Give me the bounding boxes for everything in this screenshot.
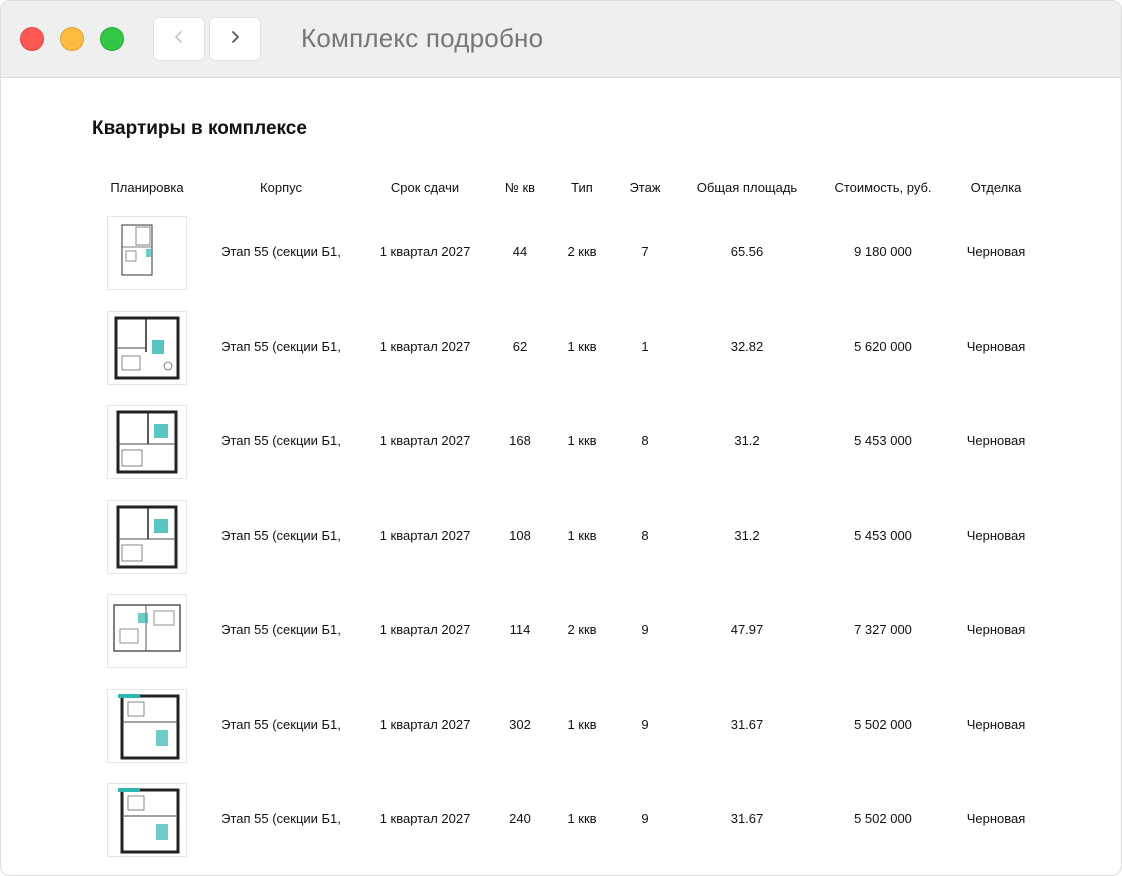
page-heading: Квартиры в комплексе: [92, 118, 307, 139]
close-window-button[interactable]: [20, 27, 44, 51]
cell-number: 302: [509, 716, 531, 732]
header-number: № кв: [504, 180, 536, 195]
zoom-window-button[interactable]: [100, 27, 124, 51]
cell-type: 1 ккв: [567, 716, 597, 732]
cell-number: 44: [512, 244, 528, 259]
cell-floor: 8: [641, 433, 649, 448]
floor-plan-thumbnail[interactable]: [107, 594, 187, 668]
cell-building: Этап 55 (секции Б1,: [221, 716, 341, 732]
cell-building: Этап 55 (секции Б1,: [221, 527, 341, 543]
cell-finish: Черновая: [966, 338, 1026, 354]
table-row[interactable]: Этап 55 (секции Б1, 1 квартал 2027 114 2 кк…: [1, 594, 1121, 670]
chevron-left-icon: [172, 30, 186, 49]
cell-deadline: 1 квартал 2027: [379, 433, 471, 448]
table-row[interactable]: Этап 55 (секции Б1, 1 квартал 2027 240 1 кк…: [1, 783, 1121, 859]
table-header: Планировка Корпус Срок сдачи № кв Тип Эт…: [1, 180, 1121, 200]
cell-type: 1 ккв: [567, 527, 597, 543]
cell-price: 7 327 000: [854, 622, 912, 637]
cell-deadline: 1 квартал 2027: [379, 622, 471, 637]
cell-price: 5 620 000: [854, 338, 912, 354]
cell-number: 108: [509, 527, 531, 543]
cell-floor: 9: [641, 622, 649, 637]
table-row[interactable]: Этап 55 (секции Б1, 1 квартал 2027 44 2 ккв…: [1, 216, 1121, 292]
chevron-right-icon: [228, 30, 242, 49]
cell-finish: Черновая: [966, 716, 1026, 732]
floor-plan-thumbnail[interactable]: [107, 783, 187, 857]
header-deadline: Срок сдачи: [390, 180, 460, 195]
header-finish: Отделка: [970, 180, 1022, 195]
cell-building: Этап 55 (секции Б1,: [221, 622, 341, 637]
cell-finish: Черновая: [966, 433, 1026, 448]
back-button[interactable]: [153, 17, 205, 61]
cell-type: 1 ккв: [567, 338, 597, 354]
cell-building: Этап 55 (секции Б1,: [221, 811, 341, 826]
cell-price: 9 180 000: [854, 244, 912, 259]
cell-number: 168: [509, 433, 531, 448]
cell-building: Этап 55 (секции Б1,: [221, 338, 341, 354]
header-type: Тип: [571, 180, 593, 195]
cell-area: 31.67: [730, 811, 764, 826]
floor-plan-thumbnail[interactable]: [107, 310, 187, 385]
cell-area: 47.97: [730, 622, 764, 637]
cell-price: 5 502 000: [854, 811, 912, 826]
cell-number: 62: [512, 338, 528, 354]
cell-floor: 1: [641, 338, 649, 354]
table-row[interactable]: Этап 55 (секции Б1, 1 квартал 2027 62 1 ккв…: [1, 310, 1121, 387]
table-row[interactable]: Этап 55 (секции Б1, 1 квартал 2027 108 1 кк…: [1, 499, 1121, 576]
forward-button[interactable]: [209, 17, 261, 61]
cell-finish: Черновая: [966, 244, 1026, 259]
cell-deadline: 1 квартал 2027: [379, 527, 471, 543]
table-row[interactable]: Этап 55 (секции Б1, 1 квартал 2027 302 1 кк…: [1, 688, 1121, 765]
cell-building: Этап 55 (секции Б1,: [221, 433, 341, 448]
minimize-window-button[interactable]: [60, 27, 84, 51]
header-plan: Планировка: [110, 180, 184, 195]
window-title: Комплекс подробно: [301, 23, 544, 53]
cell-price: 5 453 000: [854, 433, 912, 448]
cell-area: 32.82: [730, 338, 764, 354]
header-price: Стоимость, руб.: [834, 180, 932, 195]
floor-plan-thumbnail[interactable]: [107, 499, 187, 574]
cell-deadline: 1 квартал 2027: [379, 811, 471, 826]
cell-floor: 7: [641, 244, 649, 259]
page-content: Квартиры в комплексе Планировка Корпус С…: [1, 78, 1121, 875]
cell-finish: Черновая: [966, 622, 1026, 637]
cell-finish: Черновая: [966, 811, 1026, 826]
cell-deadline: 1 квартал 2027: [379, 338, 471, 354]
cell-floor: 8: [641, 527, 649, 543]
cell-area: 31.2: [734, 527, 760, 543]
cell-area: 31.67: [730, 716, 764, 732]
browser-window: Комплекс подробно Квартиры в комплексе П…: [0, 0, 1122, 876]
cell-price: 5 502 000: [854, 716, 912, 732]
cell-floor: 9: [641, 811, 649, 826]
floor-plan-thumbnail[interactable]: [107, 688, 187, 763]
cell-type: 1 ккв: [567, 433, 597, 448]
cell-price: 5 453 000: [854, 527, 912, 543]
cell-building: Этап 55 (секции Б1,: [221, 244, 341, 259]
cell-floor: 9: [641, 716, 649, 732]
header-building: Корпус: [260, 180, 302, 195]
floor-plan-thumbnail[interactable]: [107, 405, 187, 479]
header-area: Общая площадь: [696, 180, 798, 195]
cell-number: 114: [509, 622, 531, 637]
cell-type: 2 ккв: [567, 244, 597, 259]
cell-finish: Черновая: [966, 527, 1026, 543]
title-bar: Комплекс подробно: [1, 1, 1121, 78]
cell-deadline: 1 квартал 2027: [379, 716, 471, 732]
header-floor: Этаж: [629, 180, 661, 195]
cell-area: 65.56: [730, 244, 764, 259]
table-row[interactable]: Этап 55 (секции Б1, 1 квартал 2027 168 1 кк…: [1, 405, 1121, 481]
cell-type: 1 ккв: [567, 811, 597, 826]
floor-plan-thumbnail[interactable]: [107, 216, 187, 290]
cell-type: 2 ккв: [567, 622, 597, 637]
cell-deadline: 1 квартал 2027: [379, 244, 471, 259]
cell-number: 240: [509, 811, 531, 826]
cell-area: 31.2: [734, 433, 760, 448]
